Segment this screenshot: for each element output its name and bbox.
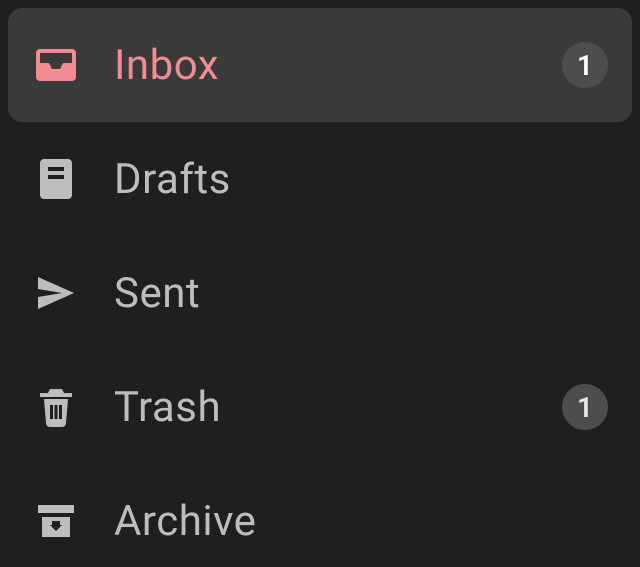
inbox-icon [28, 37, 84, 93]
sidebar-item-archive[interactable]: Archive [8, 464, 632, 567]
trash-icon [28, 379, 84, 435]
sidebar-item-label: Inbox [114, 41, 562, 90]
sidebar-item-drafts[interactable]: Drafts [8, 122, 632, 236]
document-icon [28, 151, 84, 207]
unread-badge: 1 [562, 42, 608, 88]
sidebar-item-inbox[interactable]: Inbox 1 [8, 8, 632, 122]
archive-icon [28, 493, 84, 549]
sidebar-item-label: Archive [114, 497, 608, 546]
sidebar-item-label: Drafts [114, 155, 608, 204]
unread-badge: 1 [562, 384, 608, 430]
send-icon [28, 265, 84, 321]
sidebar-item-trash[interactable]: Trash 1 [8, 350, 632, 464]
sidebar-item-label: Sent [114, 269, 608, 318]
sidebar-item-label: Trash [114, 383, 562, 432]
mail-sidebar: Inbox 1 Drafts Sent Trash 1 Archive [0, 0, 640, 567]
sidebar-item-sent[interactable]: Sent [8, 236, 632, 350]
